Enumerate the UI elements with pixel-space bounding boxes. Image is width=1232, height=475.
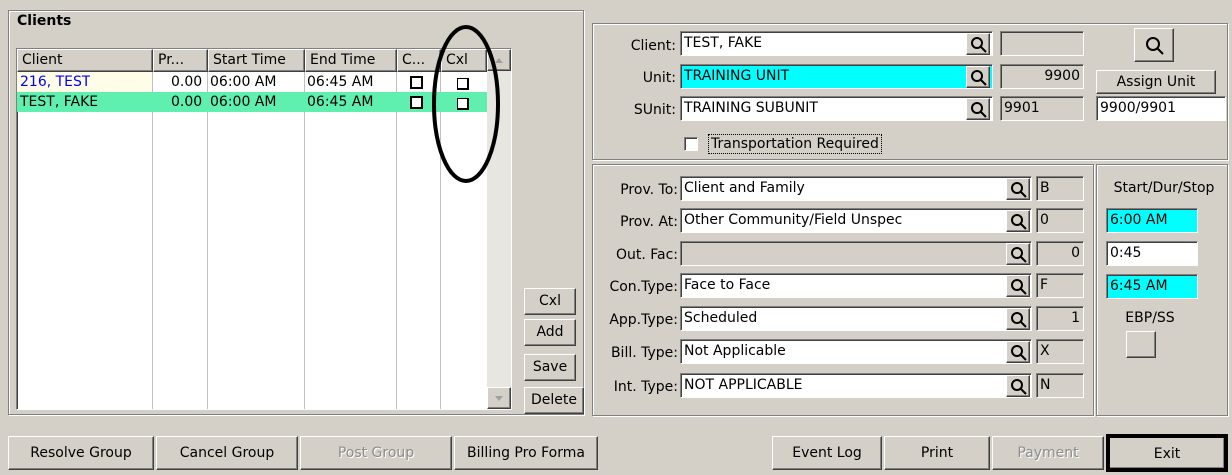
bill-type-search-magnifier-icon[interactable] <box>1006 341 1030 363</box>
table-row-selected[interactable]: TEST, FAKE 0.00 06:00 AM 06:45 AM <box>17 92 487 112</box>
client-code-field <box>1000 31 1084 56</box>
resolve-group-label: Resolve Group <box>30 445 132 461</box>
duration-field[interactable]: 0:45 <box>1106 241 1198 266</box>
col-divider <box>304 72 305 409</box>
con-type-search-magnifier-icon[interactable] <box>1006 275 1030 297</box>
billing-pro-forma-button[interactable]: Billing Pro Forma <box>454 436 598 470</box>
unit-label: Unit: <box>642 70 676 86</box>
prov-at-field[interactable]: Other Community/Field Unspec <box>680 208 1032 233</box>
col-header-pr[interactable]: Pr... <box>153 49 208 72</box>
cxl-button[interactable]: Cxl <box>524 288 576 315</box>
assign-unit-value-field[interactable]: 9900/9901 <box>1096 96 1226 121</box>
col-divider <box>207 72 208 409</box>
cell-end-time: 06:45 AM <box>307 94 374 110</box>
c-checkbox[interactable] <box>410 96 423 109</box>
start-time-field[interactable]: 6:00 AM <box>1106 208 1198 233</box>
unit-field[interactable]: TRAINING UNIT <box>680 64 993 89</box>
event-log-label: Event Log <box>792 445 862 461</box>
unit-code-field: 9900 <box>1000 64 1084 89</box>
int-type-field[interactable]: NOT APPLICABLE <box>680 373 1032 398</box>
out-fac-field[interactable] <box>680 241 1032 266</box>
cell-start-time: 06:00 AM <box>210 74 277 90</box>
bill-type-label: Bill. Type: <box>610 345 678 361</box>
unit-search-magnifier-icon[interactable] <box>966 66 990 88</box>
bill-type-code: X <box>1036 339 1084 364</box>
client-field[interactable]: TEST, FAKE <box>680 31 993 56</box>
con-type-code: F <box>1036 273 1084 298</box>
ebp-ss-label: EBP/SS <box>1125 310 1175 326</box>
sunit-field[interactable]: TRAINING SUBUNIT <box>680 96 993 121</box>
app-type-field[interactable]: Scheduled <box>680 306 1032 331</box>
delete-button[interactable]: Delete <box>524 387 584 414</box>
prov-at-code: 0 <box>1036 208 1084 233</box>
assign-unit-button[interactable]: Assign Unit <box>1096 70 1216 94</box>
app-type-code: 1 <box>1036 306 1084 331</box>
post-group-button: Post Group <box>300 436 452 470</box>
prov-to-label: Prov. To: <box>620 182 678 198</box>
print-button[interactable]: Print <box>884 436 990 470</box>
app-type-search-magnifier-icon[interactable] <box>1006 308 1030 330</box>
print-label: Print <box>920 445 954 461</box>
out-fac-code: 0 <box>1036 241 1084 266</box>
out-fac-label: Out. Fac: <box>615 247 678 263</box>
resolve-group-button[interactable]: Resolve Group <box>8 436 154 470</box>
col-divider <box>152 72 153 409</box>
stop-time-field[interactable]: 6:45 AM <box>1106 274 1198 299</box>
ebp-ss-button[interactable] <box>1126 331 1156 358</box>
cell-end-time: 06:45 AM <box>307 74 374 90</box>
cancel-group-label: Cancel Group <box>179 445 275 461</box>
annotation-ellipse <box>432 25 500 183</box>
col-divider <box>396 72 397 409</box>
c-checkbox[interactable] <box>410 76 423 89</box>
client-search-magnifier-icon[interactable] <box>966 33 990 55</box>
int-type-code: N <box>1036 373 1084 398</box>
post-group-label: Post Group <box>337 445 415 461</box>
out-fac-search-magnifier-icon[interactable] <box>1006 243 1030 265</box>
sunit-code-field: 9901 <box>1000 96 1084 121</box>
cell-pr: 0.00 <box>171 94 203 110</box>
cancel-group-button[interactable]: Cancel Group <box>156 436 298 470</box>
sunit-label: SUnit: <box>633 102 676 118</box>
con-type-field[interactable]: Face to Face <box>680 273 1032 298</box>
exit-button[interactable]: Exit <box>1106 434 1228 472</box>
cell-client: TEST, FAKE <box>20 94 99 110</box>
scroll-down-arrow-icon[interactable] <box>487 387 511 409</box>
billing-pro-forma-label: Billing Pro Forma <box>467 445 585 461</box>
prov-to-field[interactable]: Client and Family <box>680 176 1032 201</box>
col-header-end-time[interactable]: End Time <box>305 49 397 72</box>
prov-to-code: B <box>1036 176 1084 201</box>
add-button[interactable]: Add <box>524 319 576 346</box>
int-type-search-magnifier-icon[interactable] <box>1006 375 1030 397</box>
col-header-start-time[interactable]: Start Time <box>208 49 305 72</box>
assign-search-magnifier-icon[interactable] <box>1134 28 1174 62</box>
prov-at-search-magnifier-icon[interactable] <box>1006 210 1030 232</box>
payment-label: Payment <box>1017 445 1079 461</box>
prov-at-label: Prov. At: <box>620 214 678 230</box>
event-log-button[interactable]: Event Log <box>772 436 882 470</box>
transportation-label[interactable]: Transportation Required <box>708 134 882 154</box>
cell-pr: 0.00 <box>171 74 203 90</box>
col-header-client[interactable]: Client <box>17 49 153 72</box>
bill-type-field[interactable]: Not Applicable <box>680 339 1032 364</box>
app-type-label: App.Type: <box>609 312 678 328</box>
payment-button: Payment <box>992 436 1104 470</box>
client-label: Client: <box>630 38 676 54</box>
cell-start-time: 06:00 AM <box>210 94 277 110</box>
save-button[interactable]: Save <box>524 354 576 381</box>
con-type-label: Con.Type: <box>609 279 678 295</box>
int-type-label: Int. Type: <box>613 379 678 395</box>
clients-title: Clients <box>17 13 72 29</box>
prov-to-search-magnifier-icon[interactable] <box>1006 178 1030 200</box>
start-dur-stop-title: Start/Dur/Stop <box>1113 180 1215 196</box>
cell-client: 216, TEST <box>20 74 91 90</box>
table-row[interactable]: 216, TEST 0.00 06:00 AM 06:45 AM <box>17 72 487 92</box>
transportation-checkbox[interactable] <box>684 137 698 151</box>
sunit-search-magnifier-icon[interactable] <box>966 98 990 120</box>
exit-label: Exit <box>1153 446 1181 462</box>
